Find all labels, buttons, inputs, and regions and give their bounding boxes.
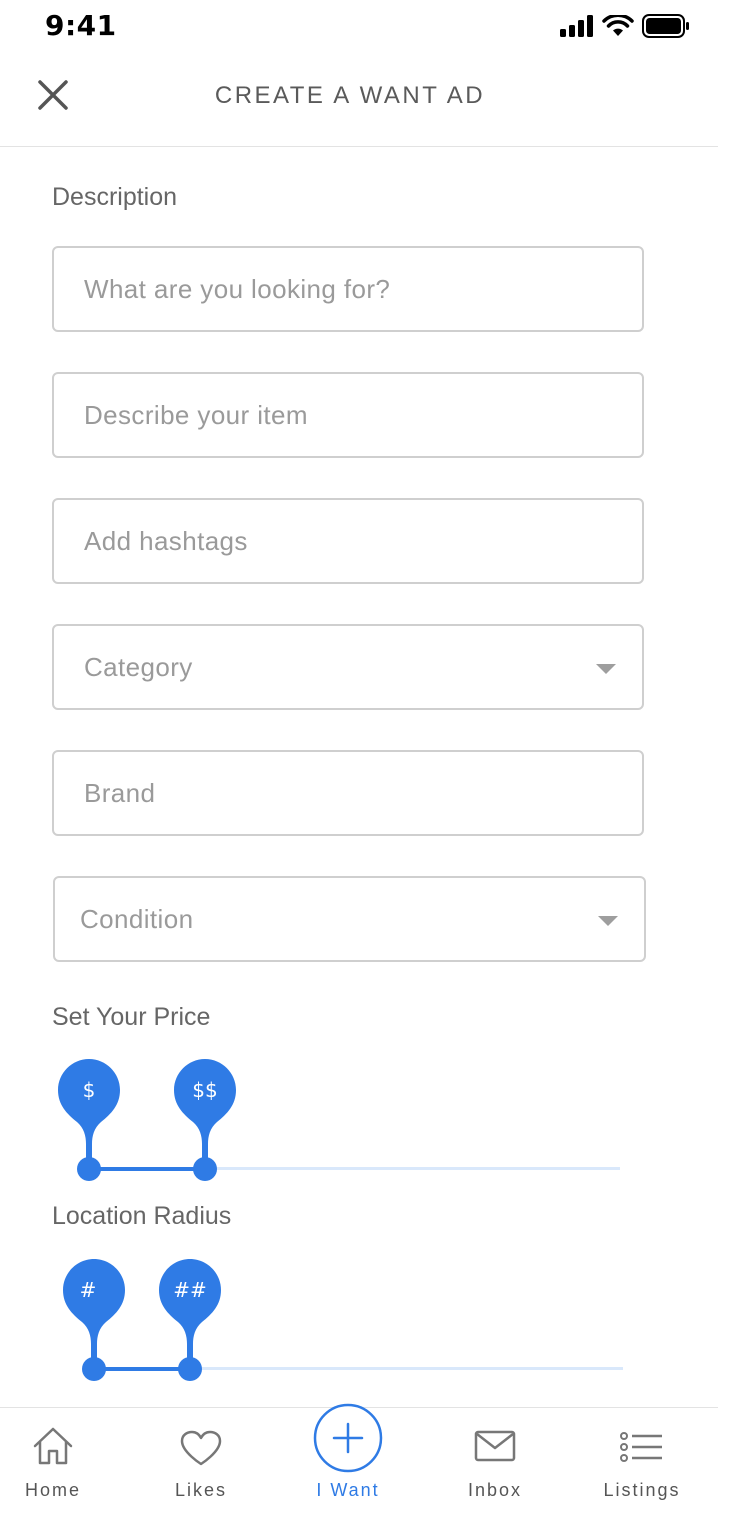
radius-min-label: # — [79, 1278, 97, 1302]
tab-inbox-label: Inbox — [467, 1480, 523, 1500]
tab-i-want[interactable]: I Want — [288, 1403, 408, 1532]
tab-home-label: Home — [24, 1480, 81, 1500]
brand-input[interactable] — [84, 752, 584, 834]
radius-max-handle[interactable]: ## — [158, 1258, 222, 1368]
price-range-slider[interactable]: $ $$ — [0, 1058, 730, 1198]
radius-range-slider[interactable]: # ## — [0, 1258, 730, 1398]
price-max-label: $$ — [192, 1078, 218, 1102]
radius-label: Location Radius — [52, 1202, 232, 1230]
pin-shape — [174, 1059, 236, 1162]
pin-shape — [63, 1259, 125, 1362]
tab-home[interactable]: Home — [0, 1408, 113, 1532]
pin-shape — [58, 1059, 120, 1162]
home-icon — [33, 1427, 73, 1465]
status-time: 9:41 — [45, 9, 117, 42]
status-bar: 9:41 — [0, 0, 730, 54]
plus-icon — [313, 1403, 383, 1473]
header: CREATE A WANT AD — [0, 54, 718, 147]
chevron-down-icon — [596, 664, 616, 674]
radius-min-knob[interactable] — [82, 1357, 106, 1381]
slider-track — [190, 1367, 623, 1370]
condition-select-value: Condition — [80, 904, 194, 934]
price-min-handle[interactable]: $ — [57, 1058, 121, 1168]
category-select-value: Category — [84, 652, 193, 682]
condition-select[interactable]: Condition — [53, 876, 646, 962]
looking-for-field[interactable] — [52, 246, 644, 332]
price-min-knob[interactable] — [77, 1157, 101, 1181]
hashtags-input[interactable] — [84, 500, 584, 582]
page-title: CREATE A WANT AD — [214, 82, 486, 109]
tab-i-want-label: I Want — [316, 1480, 380, 1500]
tab-listings-label: Listings — [603, 1480, 681, 1500]
description-label: Description — [52, 183, 178, 211]
price-max-knob[interactable] — [193, 1157, 217, 1181]
category-select[interactable]: Category — [52, 624, 644, 710]
radius-min-handle[interactable]: # — [62, 1258, 126, 1368]
price-min-label: $ — [82, 1078, 96, 1102]
brand-field[interactable] — [52, 750, 644, 836]
tab-listings[interactable]: Listings — [582, 1408, 702, 1532]
signal-icon — [560, 15, 593, 37]
describe-item-field[interactable] — [52, 372, 644, 458]
battery-icon — [642, 14, 689, 38]
list-icon — [620, 1432, 662, 1462]
heart-icon — [180, 1430, 222, 1466]
mail-icon — [474, 1430, 516, 1462]
price-label: Set Your Price — [52, 1003, 211, 1031]
tab-likes-label: Likes — [174, 1480, 228, 1500]
describe-item-input[interactable] — [84, 374, 584, 456]
tab-likes[interactable]: Likes — [141, 1408, 261, 1532]
tab-bar: Home Likes I Want Inbox Listings — [0, 1403, 718, 1532]
status-icons — [560, 14, 690, 38]
slider-track — [205, 1167, 620, 1170]
tab-inbox[interactable]: Inbox — [435, 1408, 555, 1532]
looking-for-input[interactable] — [84, 248, 584, 330]
radius-max-label: ## — [173, 1278, 207, 1302]
price-max-handle[interactable]: $$ — [173, 1058, 237, 1168]
chevron-down-icon — [598, 916, 618, 926]
wifi-icon — [602, 15, 634, 36]
pin-shape — [159, 1259, 221, 1362]
radius-max-knob[interactable] — [178, 1357, 202, 1381]
hashtags-field[interactable] — [52, 498, 644, 584]
